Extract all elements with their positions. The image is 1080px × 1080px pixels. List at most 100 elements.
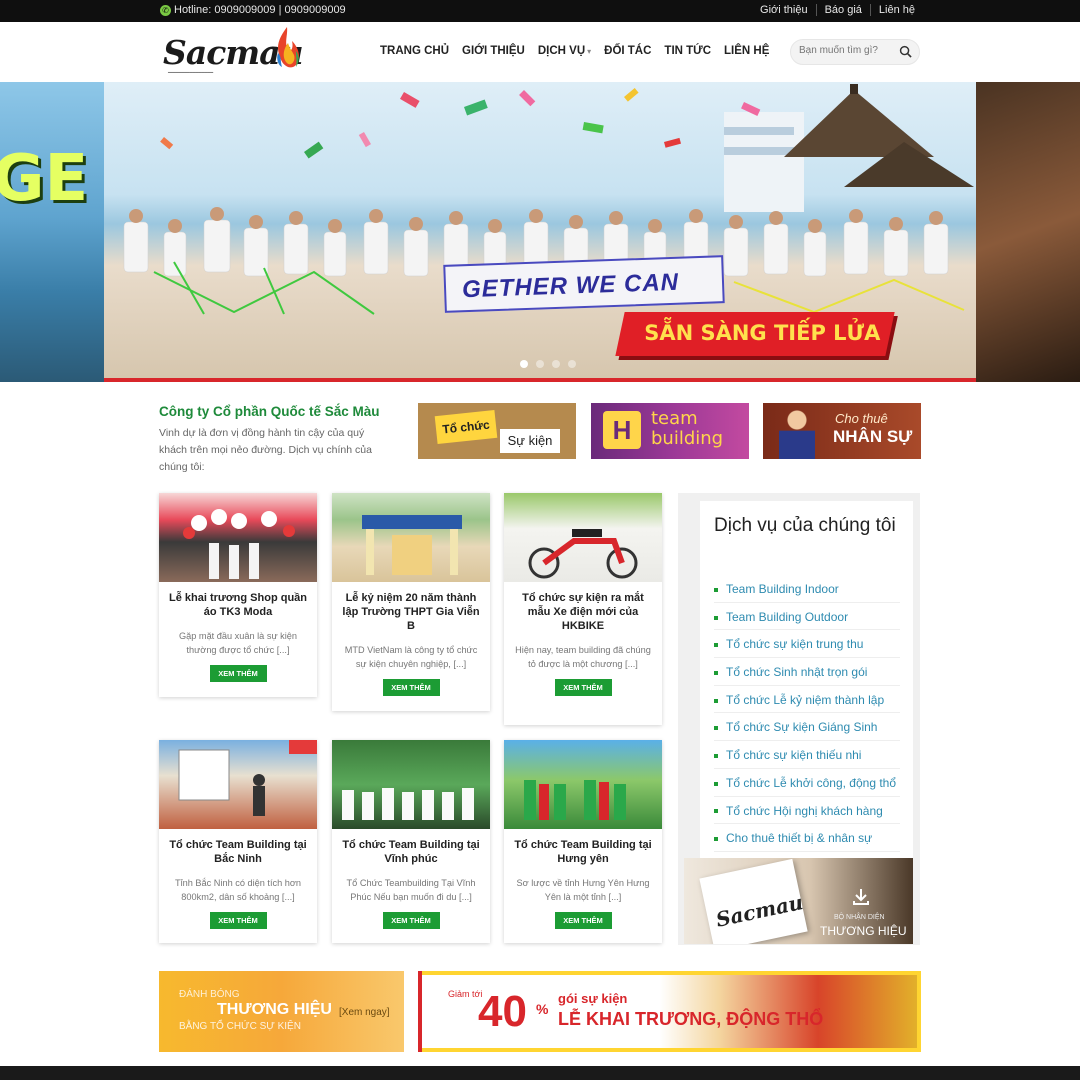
top-link-bao-gia[interactable]: Báo giá [815,4,870,16]
post-title[interactable]: Tổ chức Team Building tại Hưng yên [512,838,654,866]
nav-dich-vu[interactable]: DỊCH VỤ ▾ [538,45,591,57]
read-more-button[interactable]: XEM THÊM [209,665,267,682]
post-thumbnail[interactable] [504,740,662,829]
service-link[interactable]: Tổ chức sự kiện thiếu nhi [714,741,900,769]
post-title[interactable]: Tổ chức Team Building tại Bắc Ninh [167,838,309,866]
team-building-hung-yen-graphic [524,780,626,820]
slider-dot[interactable] [536,360,544,368]
post-excerpt: MTD VietNam là công ty tổ chức sự kiện c… [344,645,478,669]
nav-gioi-thieu[interactable]: GIỚI THIỆU [462,45,525,57]
nav-dich-vu-label: DỊCH VỤ [537,45,586,57]
read-more-button[interactable]: XEM THÊM [209,912,267,929]
post-title[interactable]: Lễ kỷ niệm 20 năm thành lập Trường THPT … [340,591,482,633]
company-intro: Công ty Cổ phần Quốc tế Sắc Màu Vinh dự … [159,404,395,476]
slider-dot[interactable] [568,360,576,368]
electric-bike-graphic [528,529,638,579]
slider-dot[interactable] [520,360,528,368]
bullet-icon [714,698,718,703]
tile-text-line1: Tổ chức [434,409,498,445]
top-link-lien-he[interactable]: Liên hệ [869,4,923,16]
read-more-button[interactable]: XEM THÊM [554,912,612,929]
prev-slide-peek[interactable]: GE [0,82,104,382]
search-input[interactable] [799,45,897,56]
post-card[interactable]: Tổ chức Team Building tại Hưng yên Sơ lư… [504,740,662,943]
post-excerpt: Tổ Chức Teambuilding Tại Vĩnh Phúc Nếu b… [346,878,476,902]
hero-banner-text: GETHER WE CAN [461,268,680,304]
post-card[interactable]: Tổ chức Team Building tại Bắc Ninh Tỉnh … [159,740,317,943]
bullet-icon [714,753,718,758]
post-thumbnail[interactable] [332,740,490,829]
post-title[interactable]: Tổ chức sự kiện ra mắt mẫu Xe điện mới c… [512,591,654,633]
hero-slider[interactable]: GE GETHER WE CAN SẴN SÀNG TIẾP LỬA [0,82,1080,382]
service-link[interactable]: Team Building Outdoor [714,603,900,631]
service-tile-team-building[interactable]: H team building [591,403,749,459]
read-more-button[interactable]: XEM THÊM [554,679,612,696]
service-link[interactable]: Cho thuê thiết bị & nhân sự [714,824,900,852]
service-link-label: Tổ chức Sinh nhật trọn gói [726,665,868,680]
slider-dot[interactable] [552,360,560,368]
bullet-icon [714,837,718,842]
post-card[interactable]: Tổ chức sự kiện ra mắt mẫu Xe điện mới c… [504,493,662,725]
person-illustration [779,407,815,459]
footer-strip [0,1066,1080,1080]
service-link[interactable]: Team Building Indoor [714,575,900,603]
promo-banner-discount[interactable]: Giảm tới 40 % gói sự kiện LỄ KHAI TRƯƠNG… [418,971,921,1052]
site-logo[interactable]: Sacmau ━━━━━━━━━━━━━━━ [160,25,305,79]
service-tile-to-chuc-su-kien[interactable]: Tổ chức Sự kiện [418,403,576,459]
promo-red-band [418,971,422,1052]
hero-banner-strip: GETHER WE CAN [443,255,725,313]
service-link[interactable]: Tổ chức sự kiện trung thu [714,630,900,659]
service-link-label: Tổ chức Sự kiện Giáng Sinh [726,720,878,735]
promo-cta[interactable]: [Xem ngay] [339,1007,390,1018]
prev-slide-art: GE [0,142,89,216]
post-excerpt: Sơ lược về tỉnh Hưng Yên Hưng Yên là một… [516,878,650,902]
discount-line1: gói sự kiện [558,991,628,1006]
slider-dots [520,360,576,368]
search-box [790,39,920,65]
promo-banner-brand[interactable]: ĐÁNH BÓNG THƯƠNG HIỆU BẰNG TỔ CHỨC SỰ KI… [159,971,404,1052]
post-title[interactable]: Lễ khai trương Shop quần áo TK3 Moda [167,591,309,619]
post-thumbnail[interactable] [332,493,490,582]
post-thumbnail[interactable] [159,740,317,829]
hotline-text: Hotline: 0909009009 | 0909009009 [174,4,346,16]
promo-line3: BẰNG TỔ CHỨC SỰ KIỆN [179,1021,301,1032]
post-card[interactable]: Lễ khai trương Shop quần áo TK3 Moda Gặp… [159,493,317,697]
service-link[interactable]: Tổ chức Sinh nhật trọn gói [714,658,900,686]
read-more-button[interactable]: XEM THÊM [382,679,440,696]
service-link[interactable]: Tổ chức Hội nghị khách hàng [714,797,900,825]
read-more-button[interactable]: XEM THÊM [382,912,440,929]
post-card[interactable]: Tổ chức Team Building tại Vĩnh phúc Tổ C… [332,740,490,943]
top-links: Giới thiệu Báo giá Liên hệ [752,4,923,16]
post-thumbnail[interactable] [159,493,317,582]
bullet-icon [714,615,718,620]
brand-identity-banner[interactable]: Sacmau BỘ NHẬN DIỆN THƯƠNG HIỆU [684,858,913,944]
service-link[interactable]: Tổ chức Lễ kỷ niệm thành lập [714,686,900,714]
post-title[interactable]: Tổ chức Team Building tại Vĩnh phúc [340,838,482,866]
service-tile-cho-thue-nhan-su[interactable]: Cho thuê NHÂN SỰ [763,403,921,459]
promo-line2: THƯƠNG HIỆU [217,1001,332,1018]
service-link[interactable]: Tổ chức Lễ khởi công, động thổ [714,769,900,797]
post-card[interactable]: Lễ kỷ niệm 20 năm thành lập Trường THPT … [332,493,490,711]
search-icon[interactable] [899,45,912,58]
hotline[interactable]: ✆ Hotline: 0909009009 | 0909009009 [160,4,346,16]
next-slide-peek[interactable] [976,82,1080,382]
brand-box-line2: THƯƠNG HIỆU [820,924,907,938]
nav-doi-tac[interactable]: ĐỐI TÁC [604,45,651,57]
tile-text-line2: NHÂN SỰ [833,427,913,446]
tile-text-line2: building [651,428,724,449]
nav-lien-he[interactable]: LIÊN HỆ [724,45,769,57]
nav-tin-tuc[interactable]: TIN TỨC [664,45,711,57]
service-link-label: Tổ chức sự kiện trung thu [726,637,864,652]
post-excerpt: Hiện nay, team building đã chúng tỏ được… [515,645,651,669]
tile-text: team building [651,409,723,449]
post-thumbnail[interactable] [504,493,662,582]
bullet-icon [714,726,718,731]
service-link-label: Team Building Indoor [726,582,839,596]
bullet-icon [714,643,718,648]
service-link-label: Cho thuê thiết bị & nhân sự [726,831,873,846]
team-building-vinh-phuc-graphic [342,788,474,820]
top-link-gioi-thieu[interactable]: Giới thiệu [752,4,816,16]
service-link-label: Tổ chức Lễ khởi công, động thổ [726,775,897,790]
service-link[interactable]: Tổ chức Sự kiện Giáng Sinh [714,713,900,742]
nav-trang-chu[interactable]: TRANG CHỦ [380,45,449,57]
